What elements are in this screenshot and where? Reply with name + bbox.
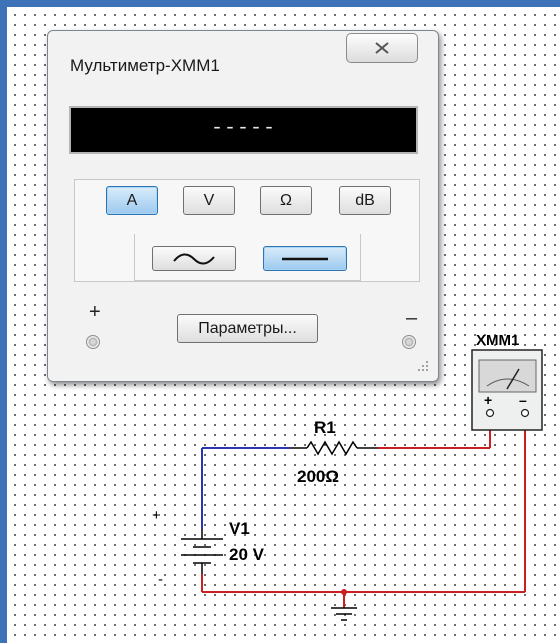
plus-terminal-label: + bbox=[89, 301, 101, 323]
ground-symbol[interactable] bbox=[331, 607, 357, 621]
mode-button-ammeter[interactable]: A bbox=[106, 186, 158, 215]
mode-button-ohmmeter[interactable]: Ω bbox=[260, 186, 312, 215]
multimeter-window[interactable]: Мультиметр-XMM1 ----- A V Ω dB + Парамет… bbox=[47, 30, 439, 382]
resistor-name-label: R1 bbox=[314, 418, 336, 437]
source-minus-label: - bbox=[158, 571, 163, 588]
source-value-label: 20 V bbox=[229, 545, 265, 564]
resistor-value-label: 200Ω bbox=[297, 467, 339, 486]
source-name-label: V1 bbox=[229, 519, 250, 538]
schematic-canvas[interactable]: XMM1 + – R1 200Ω V1 20 V + - Мультиметр-… bbox=[7, 7, 560, 643]
close-icon bbox=[375, 42, 389, 54]
ac-button[interactable] bbox=[152, 246, 236, 271]
close-button[interactable] bbox=[346, 33, 418, 63]
instrument-minus-label: – bbox=[519, 392, 527, 408]
instrument-label: XMM1 bbox=[476, 332, 519, 349]
source-plus-label: + bbox=[152, 507, 161, 524]
junction-dot bbox=[341, 589, 347, 595]
sine-wave-icon bbox=[173, 253, 215, 264]
meter-readout: ----- bbox=[210, 116, 276, 140]
resistor-r1[interactable] bbox=[290, 440, 378, 456]
plus-terminal[interactable] bbox=[86, 335, 100, 349]
multimeter-instrument-xmm1[interactable] bbox=[471, 349, 543, 431]
minus-terminal-label: – bbox=[406, 307, 418, 329]
instrument-plus-label: + bbox=[484, 392, 492, 408]
resize-grip-icon[interactable] bbox=[416, 359, 430, 373]
window-title: Мультиметр-XMM1 bbox=[70, 56, 220, 75]
meter-display: ----- bbox=[69, 106, 418, 154]
minus-terminal[interactable] bbox=[402, 335, 416, 349]
battery-v1[interactable] bbox=[181, 529, 223, 574]
mode-button-voltmeter[interactable]: V bbox=[183, 186, 235, 215]
settings-button[interactable]: Параметры... bbox=[177, 314, 318, 343]
mode-button-decibel[interactable]: dB bbox=[339, 186, 391, 215]
dc-button[interactable] bbox=[263, 246, 347, 271]
dc-line-icon bbox=[282, 257, 328, 260]
